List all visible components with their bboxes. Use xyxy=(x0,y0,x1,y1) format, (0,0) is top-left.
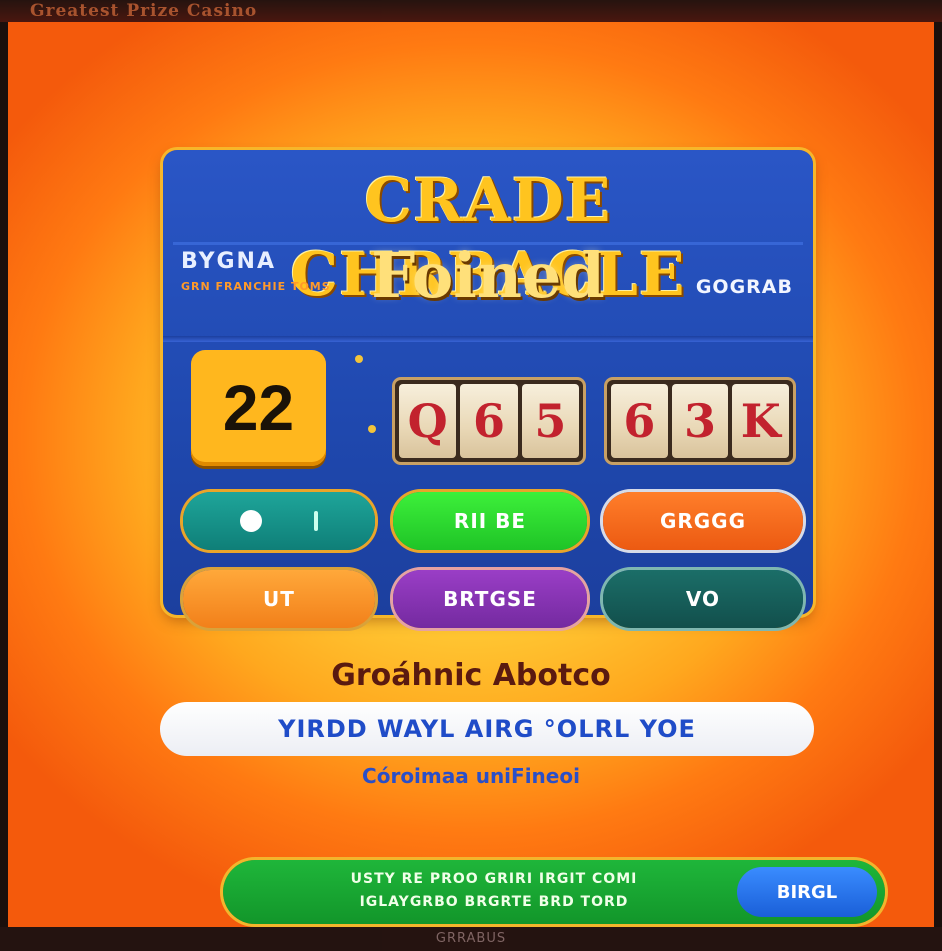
indicator-dot xyxy=(355,355,363,363)
menu-button-label: UT xyxy=(263,587,295,611)
left-sub-label: GRN FRANCHIE TOMS xyxy=(181,280,331,293)
reel-symbol: 3 xyxy=(671,384,729,458)
indicator-dot xyxy=(368,425,376,433)
coin-icon xyxy=(240,510,262,532)
reel-symbol: 6 xyxy=(460,384,518,458)
info-bar[interactable]: YIRDD WAYL AIRG °OLRL YOE xyxy=(160,702,814,756)
left-label: BYGNA xyxy=(181,249,276,274)
reel-symbol: K xyxy=(732,384,790,458)
panel-divider xyxy=(163,336,813,342)
right-label: GOGRAB xyxy=(695,276,793,298)
level-counter: 22 xyxy=(191,350,326,466)
top-banner-strip: Greatest Prize Casino xyxy=(0,0,942,22)
sound-button-label: VO xyxy=(685,587,721,611)
bonus-button-label: BRTGSE xyxy=(443,587,537,611)
reel-group-2: 6 3 K xyxy=(607,380,793,462)
footer-cta-button[interactable]: BIRGL xyxy=(737,867,877,917)
spin-button[interactable]: RII BE xyxy=(393,492,587,550)
footer-banner[interactable]: USTY RE PROO GRIRI IRGIT COMI IGLAYGRBO … xyxy=(223,860,885,924)
game-stage: CRADE CHRBACLE Foined BYGNA GRN FRANCHIE… xyxy=(8,22,934,927)
bet-button-label: GRGGG xyxy=(659,509,747,533)
note-text: Córoimaa uniFineoi xyxy=(362,764,580,788)
bottom-banner-strip: GRRABUS xyxy=(0,927,942,951)
reel-symbol: 6 xyxy=(611,384,668,458)
reel-symbol: Q xyxy=(399,384,457,458)
caption-text: Groáhnic Abotco xyxy=(331,658,611,693)
bet-button[interactable]: GRGGG xyxy=(603,492,803,550)
game-panel: CRADE CHRBACLE Foined BYGNA GRN FRANCHIE… xyxy=(163,150,813,628)
sound-button[interactable]: VO xyxy=(603,570,803,628)
reel-symbol: 5 xyxy=(521,384,579,458)
left-info: BYGNA GRN FRANCHIE TOMS xyxy=(181,248,331,293)
footer-text-line: IGLAYGRBO BRGRTE BRD TORD xyxy=(359,894,629,910)
bonus-button[interactable]: BRTGSE xyxy=(393,570,587,628)
divider-tick-icon xyxy=(314,511,318,531)
reel-group-1: Q 6 5 xyxy=(395,380,583,462)
info-button[interactable] xyxy=(183,492,375,550)
spin-button-label: RII BE xyxy=(453,509,527,533)
menu-button[interactable]: UT xyxy=(183,570,375,628)
footer-text-line: USTY RE PROO GRIRI IRGIT COMI xyxy=(350,871,638,887)
footer-text: USTY RE PROO GRIRI IRGIT COMI IGLAYGRBO … xyxy=(259,868,729,914)
